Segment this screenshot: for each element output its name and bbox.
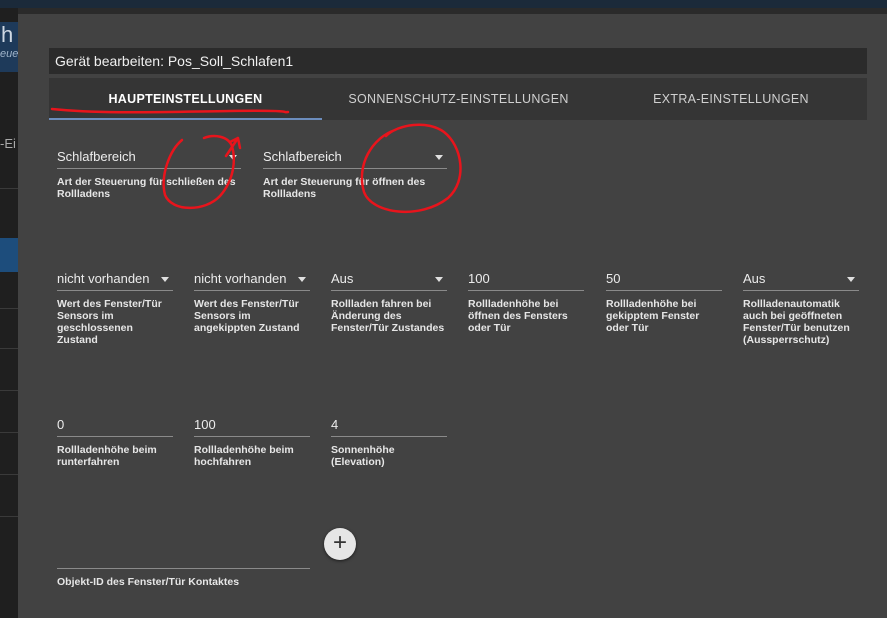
- sidebar-item-selected[interactable]: [0, 238, 18, 272]
- chevron-down-icon: [435, 155, 443, 160]
- sidebar-divider: [0, 432, 18, 433]
- close-mode-field: Schlafbereich Art der Steuerung für schl…: [57, 146, 241, 200]
- elevation-input[interactable]: 4: [331, 414, 447, 437]
- height-open-field: 100 Rollladenhöhe bei öffnen des Fenster…: [468, 268, 584, 334]
- height-tilted-label: Rollladenhöhe bei gekipptem Fenster oder…: [606, 298, 700, 334]
- close-mode-value: Schlafbereich: [57, 149, 136, 164]
- lockout-value: Aus: [743, 271, 766, 286]
- chevron-down-icon: [435, 277, 443, 282]
- height-tilted-field: 50 Rollladenhöhe bei gekipptem Fenster o…: [606, 268, 722, 334]
- move-on-change-field: Aus Rollladen fahren bei Änderung des Fe…: [331, 268, 447, 334]
- sidebar-divider: [0, 188, 18, 189]
- contact-object-label: Objekt-ID des Fenster/Tür Kontaktes: [57, 576, 240, 588]
- sensor-closed-field: nicht vorhanden Wert des Fenster/Tür Sen…: [57, 268, 173, 346]
- sidebar-divider: [0, 308, 18, 309]
- close-mode-select[interactable]: Schlafbereich: [57, 146, 241, 169]
- add-contact-button[interactable]: +: [324, 528, 356, 560]
- move-on-change-value: Aus: [331, 271, 354, 286]
- app-header-text: h: [1, 22, 14, 47]
- move-on-change-label: Rollladen fahren bei Änderung des Fenste…: [331, 298, 445, 334]
- elevation-label: Sonnenhöhe (Elevation): [331, 444, 395, 468]
- sensor-closed-label: Wert des Fenster/Tür Sensors im geschlos…: [57, 298, 162, 346]
- sidebar-divider: [0, 390, 18, 391]
- height-up-input[interactable]: 100: [194, 414, 310, 437]
- open-mode-field: Schlafbereich Art der Steuerung für öffn…: [263, 146, 447, 200]
- dialog-title: Gerät bearbeiten: Pos_Soll_Schlafen1: [49, 48, 867, 74]
- sensor-closed-value: nicht vorhanden: [57, 271, 150, 286]
- sensor-tilted-label: Wert des Fenster/Tür Sensors im angekipp…: [194, 298, 300, 334]
- move-on-change-select[interactable]: Aus: [331, 268, 447, 291]
- lockout-select[interactable]: Aus: [743, 268, 859, 291]
- sidebar-divider: [0, 348, 18, 349]
- lockout-field: Aus Rollladenautomatik auch bei geöffnet…: [743, 268, 859, 346]
- sensor-closed-select[interactable]: nicht vorhanden: [57, 268, 173, 291]
- sensor-tilted-value: nicht vorhanden: [194, 271, 287, 286]
- elevation-field: 4 Sonnenhöhe (Elevation): [331, 414, 447, 468]
- chevron-down-icon: [847, 277, 855, 282]
- sidebar-divider: [0, 474, 18, 475]
- close-mode-label: Art der Steuerung für schließen des Roll…: [57, 176, 236, 200]
- open-mode-label: Art der Steuerung für öffnen des Rolllad…: [263, 176, 426, 200]
- edit-device-dialog: Gerät bearbeiten: Pos_Soll_Schlafen1 HAU…: [18, 14, 887, 618]
- height-up-label: Rollladenhöhe beim hochfahren: [194, 444, 294, 468]
- tab-extra-settings[interactable]: EXTRA-EINSTELLUNGEN: [595, 78, 867, 120]
- sidebar-divider: [0, 516, 18, 517]
- tab-main-settings[interactable]: HAUPTEINSTELLUNGEN: [49, 78, 322, 120]
- height-down-label: Rollladenhöhe beim runterfahren: [57, 444, 157, 468]
- height-open-input[interactable]: 100: [468, 268, 584, 291]
- contact-object-input[interactable]: [57, 546, 310, 569]
- tab-bar: HAUPTEINSTELLUNGEN SONNENSCHUTZ-EINSTELL…: [49, 78, 867, 120]
- sensor-tilted-select[interactable]: nicht vorhanden: [194, 268, 310, 291]
- app-sidebar: h euer -Ei: [0, 8, 22, 618]
- lockout-label: Rollladenautomatik auch bei geöffneten F…: [743, 298, 850, 346]
- height-up-field: 100 Rollladenhöhe beim hochfahren: [194, 414, 310, 468]
- open-mode-value: Schlafbereich: [263, 149, 342, 164]
- app-side-text: -Ei: [0, 136, 16, 151]
- chevron-down-icon: [298, 277, 306, 282]
- height-down-field: 0 Rollladenhöhe beim runterfahren: [57, 414, 173, 468]
- chevron-down-icon: [229, 155, 237, 160]
- open-mode-select[interactable]: Schlafbereich: [263, 146, 447, 169]
- sensor-tilted-field: nicht vorhanden Wert des Fenster/Tür Sen…: [194, 268, 310, 334]
- app-top-bar: [0, 0, 887, 8]
- height-down-input[interactable]: 0: [57, 414, 173, 437]
- height-tilted-input[interactable]: 50: [606, 268, 722, 291]
- active-tab-indicator: [49, 118, 322, 120]
- chevron-down-icon: [161, 277, 169, 282]
- height-open-label: Rollladenhöhe bei öffnen des Fensters od…: [468, 298, 568, 334]
- app-header: h: [0, 22, 18, 72]
- contact-object-field: Objekt-ID des Fenster/Tür Kontaktes: [57, 546, 310, 588]
- tab-sun-protection-settings[interactable]: SONNENSCHUTZ-EINSTELLUNGEN: [322, 78, 595, 120]
